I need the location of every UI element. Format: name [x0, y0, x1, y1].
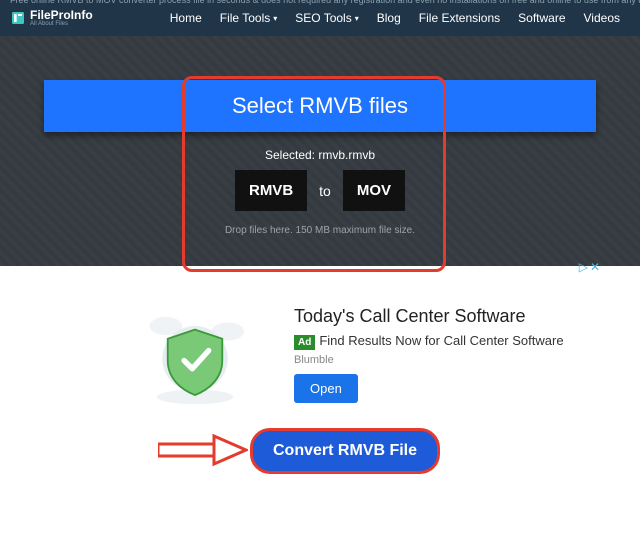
- logo-sub: All About Files: [30, 21, 93, 27]
- lower-section: ▷ ✕ Today's Call Center Software AdFind …: [0, 266, 640, 498]
- convert-file-button[interactable]: Convert RMVB File: [250, 428, 440, 474]
- hero-panel: Select RMVB files Selected: rmvb.rmvb RM…: [0, 36, 640, 266]
- nav-item-label: File Tools: [220, 11, 270, 25]
- nav-item-label: SEO Tools: [295, 11, 351, 25]
- ad-title[interactable]: Today's Call Center Software: [294, 306, 600, 327]
- select-files-label: Select RMVB files: [232, 93, 408, 119]
- nav-item-software[interactable]: Software: [518, 11, 565, 25]
- close-ad-icon[interactable]: ✕: [590, 260, 600, 274]
- selected-file-text: Selected: rmvb.rmvb: [20, 148, 620, 162]
- nav-item-blog[interactable]: Blog: [377, 11, 401, 25]
- format-row: RMVB to MOV: [20, 170, 620, 211]
- logo-text: FileProInfo All About Files: [30, 9, 93, 27]
- drop-hint: Drop files here. 150 MB maximum file siz…: [20, 225, 620, 236]
- ad-choice-icon[interactable]: ▷: [579, 260, 588, 274]
- logo-main: FileProInfo: [30, 9, 93, 21]
- topbar: Free online RMVB to MOV converter proces…: [0, 0, 640, 36]
- select-files-button[interactable]: Select RMVB files: [44, 80, 596, 132]
- chevron-down-icon: ▾: [355, 14, 359, 23]
- nav-item-file-tools[interactable]: File Tools ▾: [220, 11, 277, 25]
- ad-text-block: Today's Call Center Software Ad Find Resu…: [294, 306, 600, 403]
- topbar-blurb: Free online RMVB to MOV converter proces…: [0, 0, 640, 5]
- ad-source: Blumble: [294, 354, 600, 366]
- nav-item-home[interactable]: Home: [170, 11, 202, 25]
- ad-badge: Ad: [294, 335, 315, 350]
- annotation-arrow-icon: [158, 434, 248, 466]
- logo-icon: [10, 10, 26, 26]
- target-format-box[interactable]: MOV: [343, 170, 405, 211]
- ad-description: Ad Find Results Now for Call Center Softw…: [294, 333, 600, 350]
- logo[interactable]: FileProInfo All About Files: [10, 9, 93, 27]
- nav: Home File Tools ▾ SEO Tools ▾ Blog File …: [170, 11, 620, 25]
- source-format-box[interactable]: RMVB: [235, 170, 307, 211]
- ad-open-button[interactable]: Open: [294, 374, 358, 403]
- nav-item-seo-tools[interactable]: SEO Tools ▾: [295, 11, 359, 25]
- nav-item-videos[interactable]: Videos: [584, 11, 620, 25]
- ad-row: Today's Call Center Software Ad Find Resu…: [40, 306, 600, 406]
- ad-info-icons[interactable]: ▷ ✕: [579, 260, 600, 274]
- nav-item-file-ext[interactable]: File Extensions: [419, 11, 500, 25]
- convert-row: Convert RMVB File: [40, 428, 600, 478]
- to-word: to: [315, 183, 335, 199]
- shield-illustration: [120, 306, 270, 406]
- chevron-down-icon: ▾: [273, 14, 277, 23]
- ad-desc-text: Find Results Now for Call Center Softwar…: [319, 333, 563, 348]
